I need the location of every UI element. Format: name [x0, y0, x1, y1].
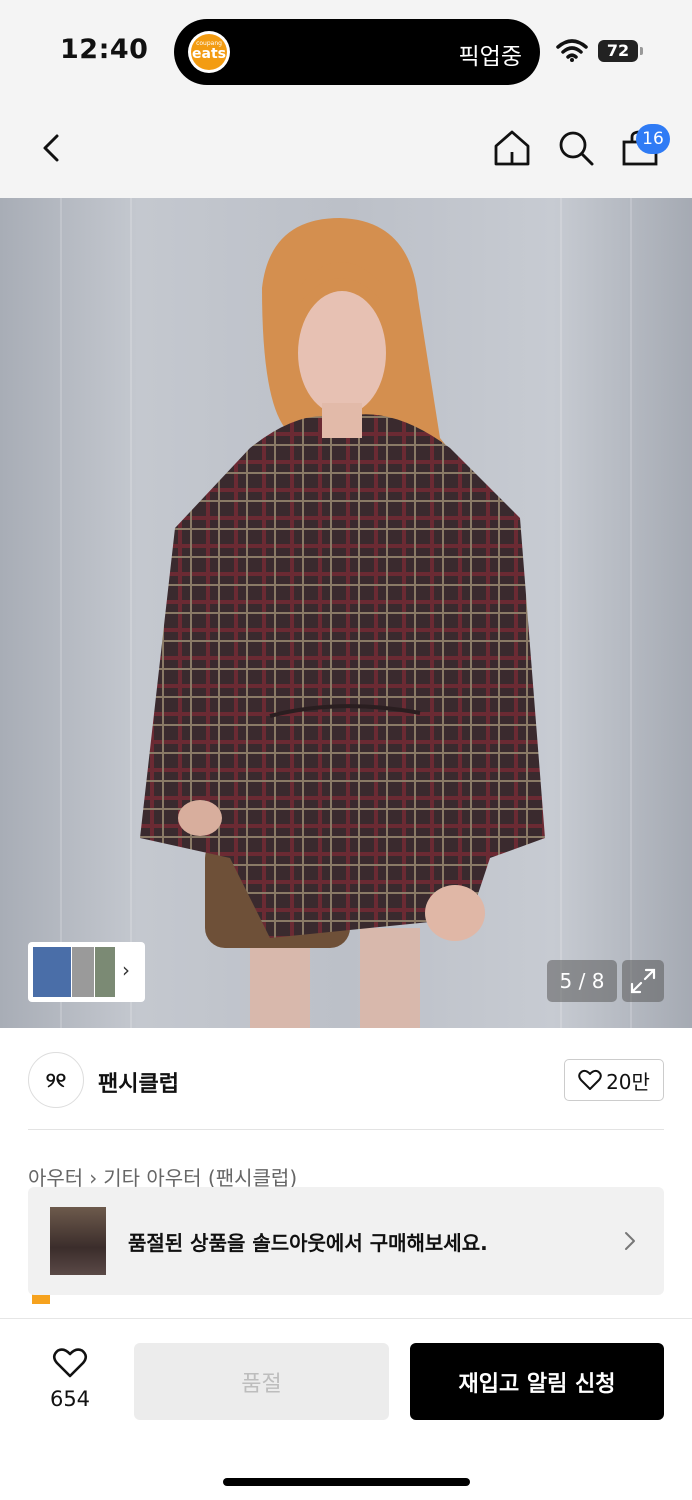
top-nav: [0, 100, 692, 198]
expand-icon: [630, 968, 656, 994]
product-image-gallery[interactable]: › 5 / 8: [0, 198, 692, 1028]
heart-icon: [578, 1069, 602, 1090]
banner-text: 품절된 상품을 솔드아웃에서 구매해보세요.: [128, 1231, 488, 1255]
home-indicator: [223, 1478, 470, 1486]
thumbnail-image[interactable]: [72, 947, 94, 997]
logo-big-text: eats: [192, 46, 226, 63]
battery-indicator: 72: [598, 40, 638, 62]
dynamic-island[interactable]: coupang eats 픽업중: [174, 19, 540, 85]
status-time: 12:40: [60, 34, 149, 65]
coupang-eats-logo-icon: coupang eats: [188, 31, 230, 73]
brand-logo[interactable]: ୨୧: [28, 1052, 84, 1108]
brand-like-count: 20만: [606, 1069, 650, 1094]
chevron-right-icon: [625, 1232, 635, 1250]
gallery-thumbnail-strip[interactable]: ›: [28, 942, 145, 1002]
wifi-icon: [556, 39, 588, 62]
battery-tip: [640, 47, 643, 55]
bottom-action-bar: 654 품절 재입고 알림 신청: [0, 1318, 692, 1500]
banner-product-thumbnail: [50, 1207, 106, 1275]
restock-alert-button[interactable]: 재입고 알림 신청: [410, 1343, 664, 1420]
thumbnail-chevron-icon[interactable]: ›: [122, 958, 130, 982]
brand-name[interactable]: 팬시클럽: [98, 1066, 179, 1098]
back-arrow-icon[interactable]: [32, 128, 72, 168]
thumbnail-image[interactable]: [33, 947, 71, 997]
wishlist-heart-icon[interactable]: [52, 1347, 88, 1379]
divider: [28, 1129, 664, 1130]
soldout-button: 품절: [134, 1343, 389, 1420]
product-photo: [140, 218, 545, 1028]
cart-count-badge: 16: [636, 124, 670, 154]
soldout-banner[interactable]: 품절된 상품을 솔드아웃에서 구매해보세요.: [28, 1187, 664, 1295]
image-page-indicator: 5 / 8: [547, 960, 617, 1002]
status-bar: 12:40 coupang eats 픽업중 72: [0, 0, 692, 100]
home-icon[interactable]: [492, 128, 532, 168]
search-icon[interactable]: [556, 128, 596, 168]
expand-image-button[interactable]: [622, 960, 664, 1002]
brand-like-button[interactable]: 20만: [564, 1059, 664, 1101]
island-status-text: 픽업중: [458, 44, 522, 70]
wishlist-count: 654: [49, 1387, 91, 1411]
thumbnail-image[interactable]: [95, 947, 115, 997]
